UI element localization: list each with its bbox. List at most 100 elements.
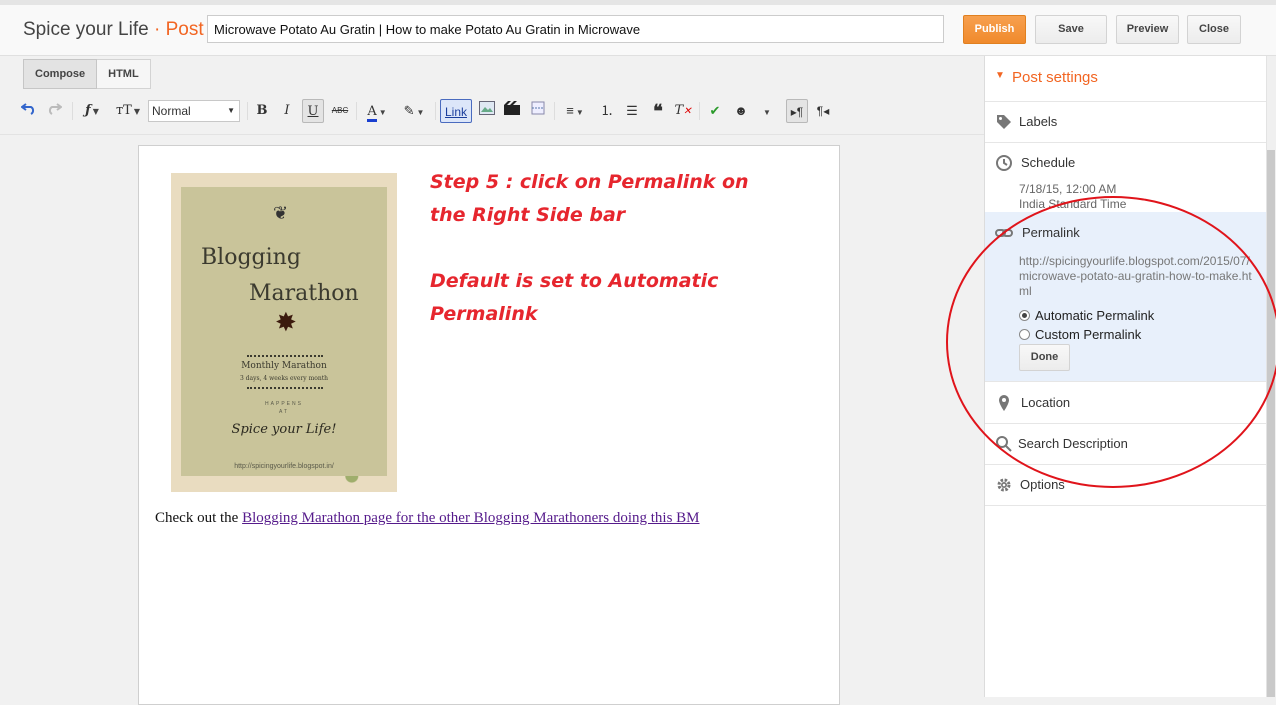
format-toolbar: ƒ ▼ тT ▼ Normal ▼ B I U ABC A ▼ ✎ ▼ Link ≡ ▼ ⒈…	[14, 99, 974, 125]
location-pin-icon	[995, 394, 1013, 412]
sidebar-item-search-description[interactable]: Search Description	[985, 424, 1267, 465]
blogging-marathon-link[interactable]: Blogging Marathon page for the other Blo…	[242, 510, 699, 526]
blogging-marathon-image[interactable]: ❦ Blogging Marathon ✸ Monthly Marathon 3…	[171, 173, 397, 492]
options-label: Options	[1020, 477, 1065, 492]
italic-icon[interactable]: I	[277, 99, 297, 123]
radio-checked-icon	[1019, 310, 1030, 321]
toolbar-divider	[72, 102, 73, 120]
custom-permalink-label: Custom Permalink	[1035, 327, 1142, 342]
paragraph-style-select[interactable]: Normal ▼	[148, 100, 240, 122]
schedule-label: Schedule	[1021, 155, 1076, 170]
link-button[interactable]: Link	[440, 99, 472, 123]
undo-icon[interactable]	[18, 99, 40, 123]
radio-unchecked-icon	[1019, 329, 1030, 340]
save-button[interactable]: Save	[1035, 15, 1107, 44]
toolbar-divider	[247, 102, 248, 120]
post-settings-sidebar: ▼ Post settings Labels Schedule 7/18/15,…	[984, 56, 1267, 697]
post-title-input[interactable]	[207, 15, 944, 43]
preview-button[interactable]: Preview	[1116, 15, 1179, 44]
bold-icon[interactable]: B	[252, 99, 272, 123]
poster-subtitle: Monthly Marathon	[241, 361, 327, 371]
done-button[interactable]: Done	[1019, 344, 1070, 371]
sidebar-scrollbar-thumb[interactable]	[1267, 150, 1275, 697]
paragraph-style-value: Normal	[152, 104, 191, 118]
ltr-icon[interactable]: ▸¶	[786, 99, 808, 123]
poster-detail: 3 days, 4 weeks every month	[239, 375, 329, 382]
mode-tabs: Compose HTML	[23, 59, 151, 89]
sidebar-item-location[interactable]: Location	[985, 383, 1267, 424]
poster-at: AT	[278, 409, 290, 415]
highlight-icon[interactable]: ✎ ▼	[398, 99, 430, 123]
schedule-detail: 7/18/15, 12:00 AM India Standard Time	[1019, 182, 1126, 212]
poster-happens: HAPPENS	[265, 401, 303, 407]
poster-title-line2: Marathon	[249, 281, 359, 306]
automatic-permalink-label: Automatic Permalink	[1035, 308, 1155, 323]
poster-divider	[247, 355, 323, 357]
top-bar: Spice your Life · Post Publish Save Prev…	[0, 0, 1276, 56]
permalink-label: Permalink	[1022, 225, 1080, 240]
toolbar-divider	[435, 102, 436, 120]
sidebar-item-permalink[interactable]: Permalink http://spicingyourlife.blogspo…	[985, 212, 1267, 382]
section-label: Post	[165, 19, 204, 40]
underline-icon[interactable]: U	[302, 99, 324, 123]
spellcheck-icon[interactable]: ✔	[704, 99, 726, 123]
tab-html[interactable]: HTML	[97, 59, 151, 89]
jump-break-icon[interactable]	[527, 99, 549, 123]
quote-icon[interactable]: ❝	[647, 99, 669, 123]
gear-icon	[995, 476, 1013, 494]
post-settings-title: Post settings	[1012, 69, 1098, 86]
link-icon	[995, 224, 1013, 242]
more-icon[interactable]: ▼	[758, 99, 774, 123]
permalink-url: http://spicingyourlife.blogspot.com/2015…	[1019, 254, 1252, 298]
poster-url: http://spicingyourlife.blogspot.in/	[234, 463, 334, 470]
image-icon[interactable]	[476, 99, 498, 123]
sidebar-item-labels[interactable]: Labels	[985, 102, 1267, 143]
poster-panel: ❦ Blogging Marathon ✸ Monthly Marathon 3…	[181, 187, 387, 476]
tab-compose[interactable]: Compose	[23, 59, 98, 89]
step-instructions: Step 5 : click on Permalink on the Right…	[430, 166, 760, 331]
clear-format-icon[interactable]: T✕	[672, 99, 694, 123]
toolbar-divider	[554, 102, 555, 120]
blog-name[interactable]: Spice your Life	[23, 19, 149, 40]
poster-title-line1: Blogging	[201, 245, 301, 270]
checkout-prefix: Check out the	[155, 510, 239, 526]
caret-down-icon: ▼	[995, 70, 1005, 81]
emoji-icon[interactable]: ☻	[730, 99, 752, 123]
labels-label: Labels	[1019, 114, 1058, 129]
schedule-timezone: India Standard Time	[1019, 197, 1127, 211]
video-icon[interactable]	[501, 99, 523, 123]
poster-spice: Spice your Life!	[231, 422, 337, 437]
redo-icon[interactable]	[43, 99, 65, 123]
toolbar-divider	[0, 134, 985, 135]
step-line-2: Default is set to Automatic Permalink	[430, 270, 719, 325]
bulleted-list-icon[interactable]: ☰	[621, 99, 643, 123]
editor-area: Compose HTML ƒ ▼ тT ▼ Normal ▼ B I U ABC A ▼…	[0, 56, 985, 705]
close-button[interactable]: Close	[1187, 15, 1241, 44]
clock-icon	[995, 154, 1013, 172]
align-icon[interactable]: ≡ ▼	[560, 99, 590, 123]
post-settings-header[interactable]: ▼ Post settings	[985, 56, 1267, 102]
font-family-icon[interactable]: ƒ ▼	[77, 99, 107, 123]
custom-permalink-radio[interactable]: Custom Permalink	[1019, 327, 1141, 342]
sidebar-item-options[interactable]: Options	[985, 465, 1267, 506]
search-description-label: Search Description	[1018, 436, 1128, 451]
toolbar-divider	[699, 102, 700, 120]
splat-icon: ✸	[275, 307, 297, 337]
text-color-icon[interactable]: A ▼	[362, 99, 392, 123]
location-label: Location	[1021, 395, 1071, 410]
brand-separator: ·	[153, 19, 161, 40]
publish-button[interactable]: Publish	[963, 15, 1026, 44]
step-line-1: Step 5 : click on Permalink on the Right…	[430, 171, 749, 226]
rtl-icon[interactable]: ¶◂	[812, 99, 834, 123]
strikethrough-icon[interactable]: ABC	[329, 99, 351, 123]
numbered-list-icon[interactable]: ⒈	[596, 99, 618, 123]
schedule-date: 7/18/15, 12:00 AM	[1019, 182, 1117, 196]
editor-canvas[interactable]: ❦ Blogging Marathon ✸ Monthly Marathon 3…	[138, 145, 840, 705]
toolbar-divider	[356, 102, 357, 120]
poster-divider	[247, 387, 323, 389]
chevron-down-icon: ▼	[227, 106, 235, 115]
brand: Spice your Life · Post	[23, 19, 204, 41]
font-size-icon[interactable]: тT ▼	[112, 99, 144, 123]
automatic-permalink-radio[interactable]: Automatic Permalink	[1019, 308, 1154, 323]
checkout-paragraph: Check out the Blogging Marathon page for…	[155, 510, 700, 527]
